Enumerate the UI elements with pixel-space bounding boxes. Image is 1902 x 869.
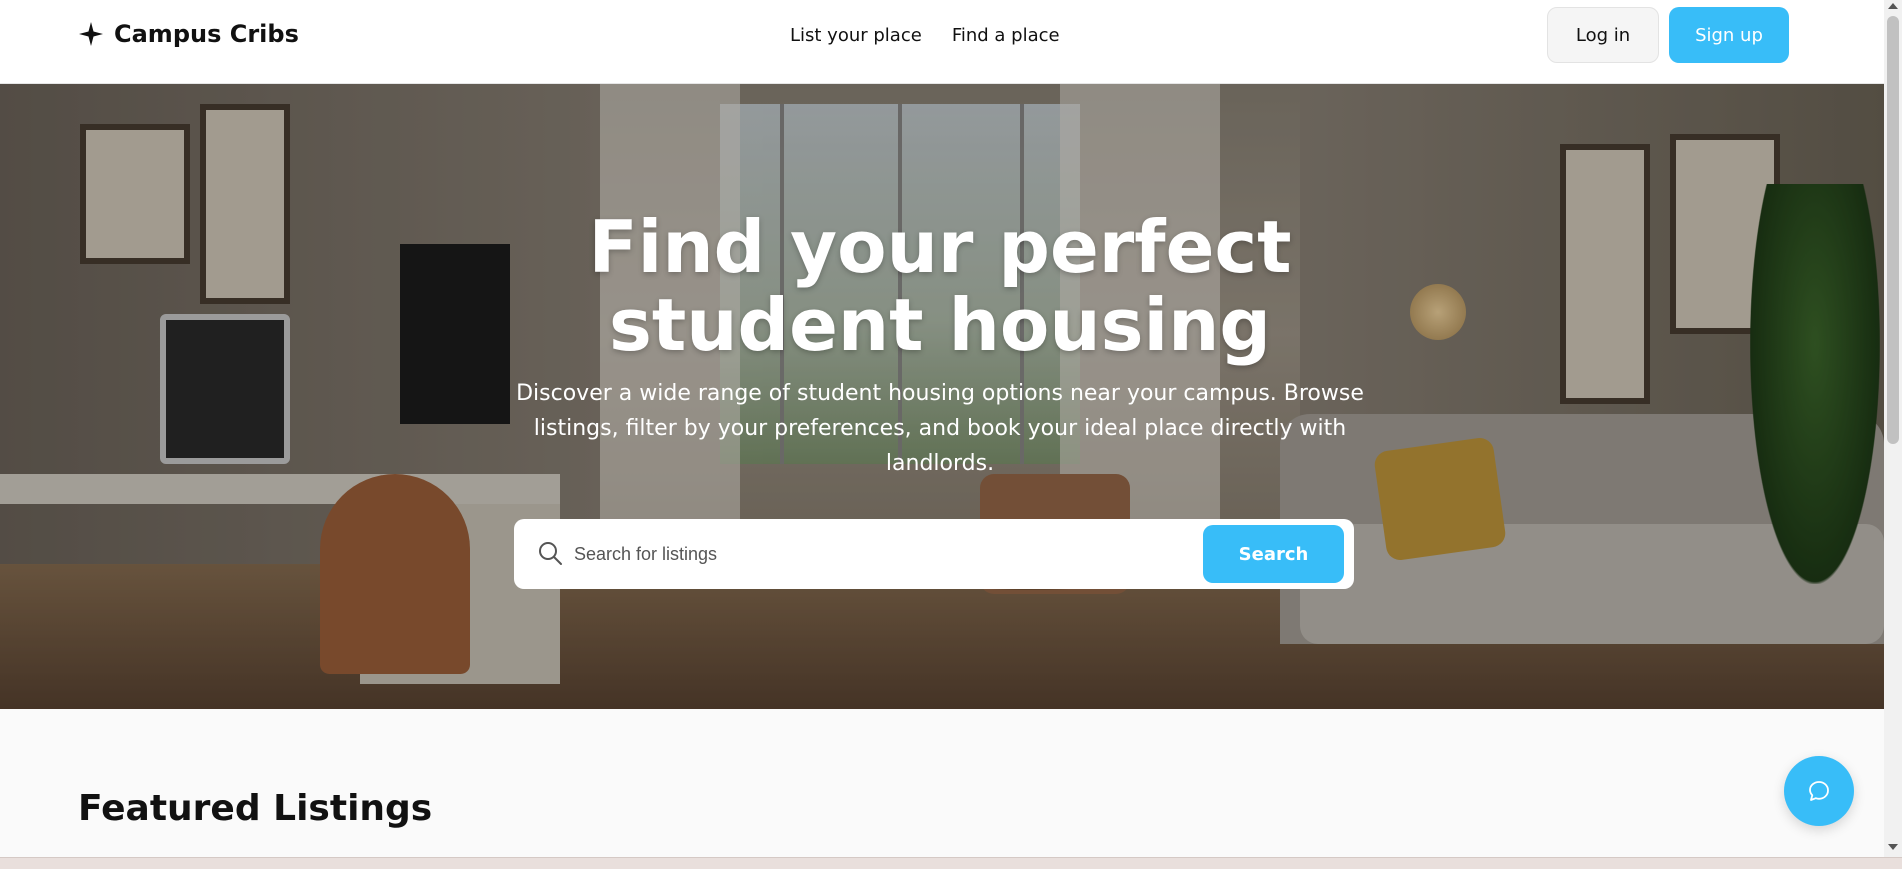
scroll-down-arrow-icon[interactable] <box>1888 844 1898 850</box>
brand-logo-link[interactable]: Campus Cribs <box>78 20 299 48</box>
featured-listings-heading: Featured Listings <box>78 788 433 829</box>
search-icon <box>536 539 564 567</box>
nav-link-list-your-place[interactable]: List your place <box>790 25 922 46</box>
chat-button[interactable] <box>1784 756 1854 826</box>
hero-subtitle: Discover a wide range of student housing… <box>516 381 1364 476</box>
search-input[interactable] <box>574 533 1174 575</box>
chat-bubble-icon <box>1809 781 1829 801</box>
signup-button[interactable]: Sign up <box>1669 7 1789 63</box>
nav-link-find-a-place[interactable]: Find a place <box>952 25 1060 46</box>
hero-title: Find your perfect student housing <box>588 205 1292 367</box>
nav-links: List your place Find a place <box>790 25 1060 46</box>
brand-name: Campus Cribs <box>114 20 299 48</box>
top-navbar: Campus Cribs List your place Find a plac… <box>0 0 1884 84</box>
search-button[interactable]: Search <box>1203 525 1344 583</box>
hero-section: Find your perfect student housing Discov… <box>0 84 1884 709</box>
scroll-up-arrow-icon[interactable] <box>1888 3 1898 9</box>
login-button[interactable]: Log in <box>1547 7 1659 63</box>
scrollbar-thumb[interactable] <box>1887 16 1899 444</box>
search-bar: Search <box>514 519 1354 589</box>
sparkle-icon <box>78 21 104 47</box>
os-taskbar <box>0 857 1902 869</box>
